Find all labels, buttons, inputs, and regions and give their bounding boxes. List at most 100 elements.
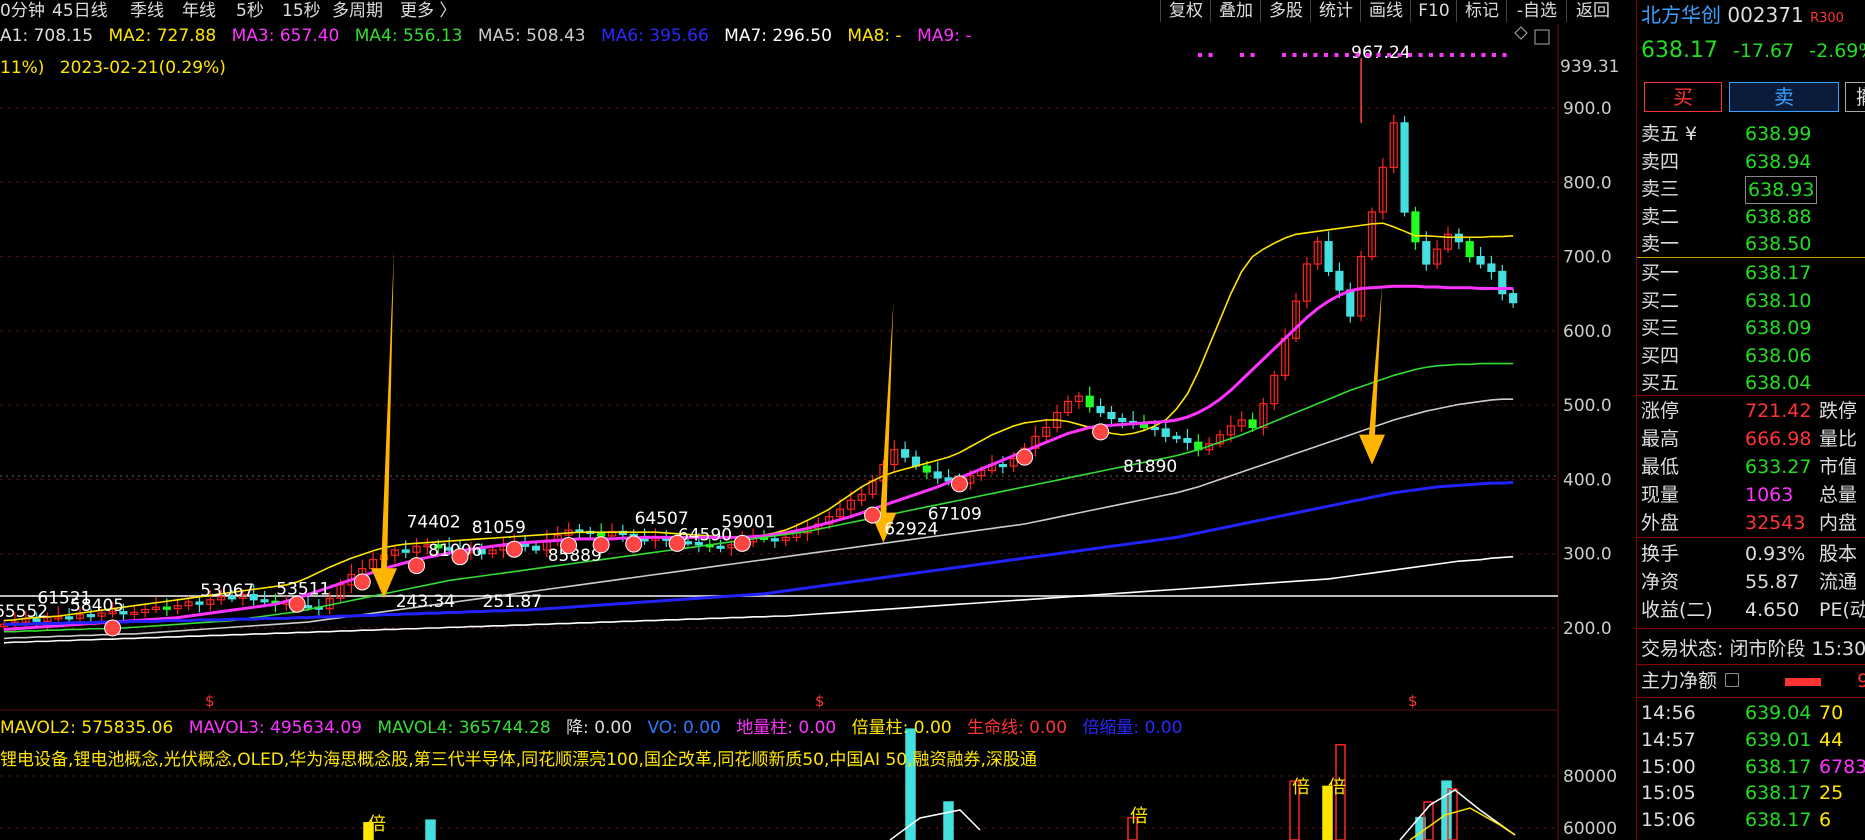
signal-dot bbox=[1345, 53, 1349, 57]
panel-toggle-icon bbox=[1534, 29, 1550, 45]
diamond-icon bbox=[1514, 26, 1528, 40]
y-tick-label: 400.0 bbox=[1563, 470, 1612, 490]
signal-dot bbox=[1429, 53, 1433, 57]
stat-row: 最低 633.27 市值 bbox=[1641, 454, 1857, 480]
bid-price: 638.10 bbox=[1745, 289, 1812, 312]
stat-row: 涨停 721.42 跌停 bbox=[1641, 398, 1857, 424]
ask-price: 638.94 bbox=[1745, 150, 1812, 173]
cancel-button[interactable]: 撤 bbox=[1845, 82, 1865, 112]
concept-tags[interactable]: 锂电设备,锂电池概念,光伏概念,OLED,华为海思概念股,第三代半导体,同花顺漂… bbox=[0, 745, 1037, 770]
candle-body bbox=[1400, 122, 1409, 213]
stat-label: 现量 bbox=[1641, 484, 1680, 506]
candle-body bbox=[1465, 241, 1474, 258]
stat-value: 633.27 bbox=[1745, 456, 1812, 478]
signal-dot bbox=[1450, 53, 1454, 57]
candle-body bbox=[1346, 289, 1355, 317]
price-annotation: 81890 bbox=[1123, 457, 1177, 477]
y-tick-label: 700.0 bbox=[1563, 248, 1612, 268]
candle-body bbox=[770, 538, 779, 542]
candle-body bbox=[260, 599, 269, 603]
sell-button[interactable]: 卖 bbox=[1729, 82, 1839, 112]
index-badge: R300 bbox=[1810, 11, 1844, 26]
bid-label: 买五 bbox=[1641, 372, 1680, 394]
vol-jiang: 降: 0.00 bbox=[566, 718, 633, 738]
s-marker: $ bbox=[815, 692, 825, 710]
buy-button[interactable]: 买 bbox=[1644, 82, 1722, 112]
tick-time: 15:05 bbox=[1641, 782, 1696, 805]
r-marker bbox=[950, 475, 968, 493]
price-annotation: 74402 bbox=[407, 513, 461, 533]
stat2-row: 收益(二) 4.650 PE(动 bbox=[1641, 597, 1865, 623]
vol-tick-label: 80000 bbox=[1563, 767, 1617, 787]
r-marker bbox=[733, 534, 751, 552]
price-annotation: 65552 bbox=[0, 602, 48, 622]
candle-body bbox=[998, 463, 1007, 468]
candle-body bbox=[162, 606, 171, 610]
volume-legend: MAVOL2: 575835.06 MAVOL3: 495634.09 MAVO… bbox=[0, 713, 1192, 738]
bid-price: 638.17 bbox=[1745, 262, 1812, 284]
price-pct: -2.69% bbox=[1809, 40, 1865, 62]
candle-body bbox=[1487, 263, 1496, 273]
signal-dot bbox=[1292, 53, 1297, 57]
bid-label: 买四 bbox=[1641, 344, 1680, 367]
tick-volume: 25 bbox=[1819, 782, 1844, 805]
volume-bar bbox=[1441, 780, 1452, 840]
stat-row: 外盘 32543 内盘 bbox=[1641, 510, 1857, 536]
quote-panel: 北方华创 002371 R300 638.17 -17.67 -2.69% 买 … bbox=[1636, 0, 1865, 840]
bid-row: 买二 638.10 bbox=[1641, 288, 1811, 314]
vol-vo: VO: 0.00 bbox=[647, 718, 721, 738]
r-marker bbox=[560, 537, 578, 555]
candle-body bbox=[1096, 406, 1105, 414]
y-tick-label: 800.0 bbox=[1563, 173, 1612, 193]
signal-dot bbox=[1303, 53, 1307, 57]
ask-row: 卖二 638.88 bbox=[1641, 204, 1811, 230]
candle-body bbox=[1172, 435, 1181, 440]
flow-bar bbox=[1785, 677, 1822, 686]
mavol3: MAVOL3: 495634.09 bbox=[188, 718, 362, 738]
price-annotation: 251.87 bbox=[483, 592, 542, 612]
stock-name[interactable]: 北方华创 bbox=[1641, 3, 1721, 27]
tick-time: 14:57 bbox=[1641, 728, 1696, 751]
s-marker: $ bbox=[1408, 692, 1418, 710]
r-marker bbox=[592, 536, 610, 554]
candle-body bbox=[1498, 270, 1507, 295]
double-vol-label: 倍 bbox=[1328, 777, 1346, 798]
tick-row: 15:06 638.17 6 bbox=[1641, 807, 1831, 833]
candle-body bbox=[1107, 411, 1116, 420]
bid-price: 638.04 bbox=[1745, 372, 1812, 394]
price-annotation: 81059 bbox=[472, 518, 526, 538]
mavol4: MAVOL4: 365744.28 bbox=[377, 718, 551, 738]
candle-body bbox=[1248, 419, 1257, 429]
ask-label: 卖三 bbox=[1641, 178, 1680, 200]
main-flow[interactable]: 主力净额 9 bbox=[1641, 668, 1865, 694]
candle-body bbox=[597, 532, 606, 537]
r-marker bbox=[353, 573, 371, 591]
r-marker bbox=[864, 506, 882, 524]
tick-price: 638.17 bbox=[1745, 782, 1812, 805]
stock-header: 北方华创 002371 R300 bbox=[1641, 2, 1844, 28]
signal-dot bbox=[1439, 53, 1444, 57]
signal-dot bbox=[1387, 53, 1391, 57]
flow-value: 9 bbox=[1857, 670, 1865, 692]
signal-dot bbox=[1418, 53, 1423, 57]
ma-line-ma6 bbox=[4, 480, 1514, 626]
vol-blz: 倍量柱: 0.00 bbox=[851, 718, 952, 738]
price-annotation: 67109 bbox=[928, 505, 982, 525]
bid-row: 买四 638.06 bbox=[1641, 343, 1811, 369]
tick-price: 638.17 bbox=[1745, 755, 1812, 778]
signal-dot bbox=[1397, 53, 1402, 57]
divider-3 bbox=[1637, 628, 1865, 629]
price-line: 638.17 -17.67 -2.69% bbox=[1641, 38, 1865, 64]
flow-menu-icon[interactable] bbox=[1725, 673, 1740, 687]
signal-dot bbox=[1460, 53, 1465, 57]
stat-value: 666.98 bbox=[1745, 428, 1812, 450]
y-tick-label: 600.0 bbox=[1563, 322, 1612, 342]
candle-body bbox=[1118, 417, 1127, 423]
r-marker bbox=[1092, 423, 1110, 441]
tick-time: 14:56 bbox=[1641, 702, 1696, 724]
vol-bsl: 倍缩量: 0.00 bbox=[1082, 718, 1183, 738]
candle-body bbox=[640, 538, 649, 542]
tick-volume: 6783 bbox=[1819, 755, 1865, 778]
y-tick-label: 300.0 bbox=[1563, 545, 1612, 565]
stat-value: 721.42 bbox=[1745, 400, 1812, 422]
